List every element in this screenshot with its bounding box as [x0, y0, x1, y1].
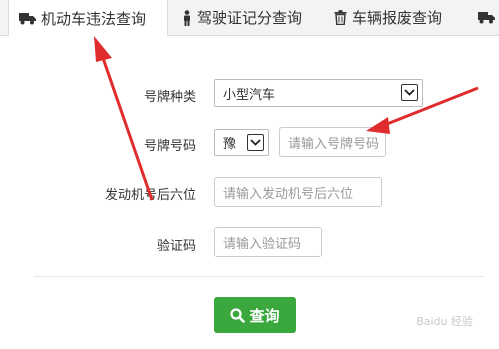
tab-label: 车辆报废查询 [352, 9, 443, 27]
captcha-input[interactable]: 请输入验证码 [214, 227, 322, 257]
chevron-down-icon [247, 134, 264, 151]
plate-prefix-value: 豫 [223, 137, 237, 152]
annotation-arrow-tab [101, 57, 154, 201]
captcha-label: 验证码 [156, 239, 196, 254]
truck-icon [19, 12, 36, 25]
plate-prefix-select[interactable]: 豫 [214, 129, 269, 156]
engine-number-input[interactable]: 请输入发动机号后六位 [214, 177, 382, 207]
tab-label: 机动车违法查询 [41, 9, 147, 28]
plate-type-select[interactable]: 小型汽车 [214, 79, 423, 107]
tab-more[interactable] [478, 0, 499, 35]
person-icon [182, 9, 192, 26]
search-icon [230, 307, 246, 323]
plate-number-input[interactable]: 请输入号牌号码 [279, 127, 386, 157]
annotation-arrowhead-tab [94, 36, 112, 62]
tab-vehicle-violation[interactable]: 机动车违法查询 [8, 0, 168, 36]
plate-number-label: 号牌号码 [143, 139, 196, 154]
trash-icon [334, 10, 347, 25]
plate-type-value: 小型汽车 [223, 87, 276, 103]
form-divider [34, 276, 484, 277]
watermark: Baidu 经验 [416, 315, 473, 328]
captcha-placeholder: 请输入验证码 [223, 236, 302, 252]
tab-license-points[interactable]: 驾驶证记分查询 [182, 0, 302, 35]
chevron-down-icon [401, 84, 418, 101]
query-button-label: 查询 [249, 306, 280, 325]
query-button[interactable]: 查询 [214, 297, 296, 333]
tab-label: 驾驶证记分查询 [197, 9, 303, 27]
truck-icon [478, 11, 495, 24]
plate-number-placeholder: 请输入号牌号码 [288, 136, 380, 152]
tab-vehicle-scrap[interactable]: 车辆报废查询 [334, 0, 442, 35]
tab-bar: 机动车违法查询 驾驶证记分查询 车辆报废查询 [0, 0, 499, 36]
plate-type-label: 号牌种类 [143, 90, 196, 105]
engine-number-label: 发动机号后六位 [104, 188, 196, 203]
engine-number-placeholder: 请输入发动机号后六位 [223, 186, 354, 202]
